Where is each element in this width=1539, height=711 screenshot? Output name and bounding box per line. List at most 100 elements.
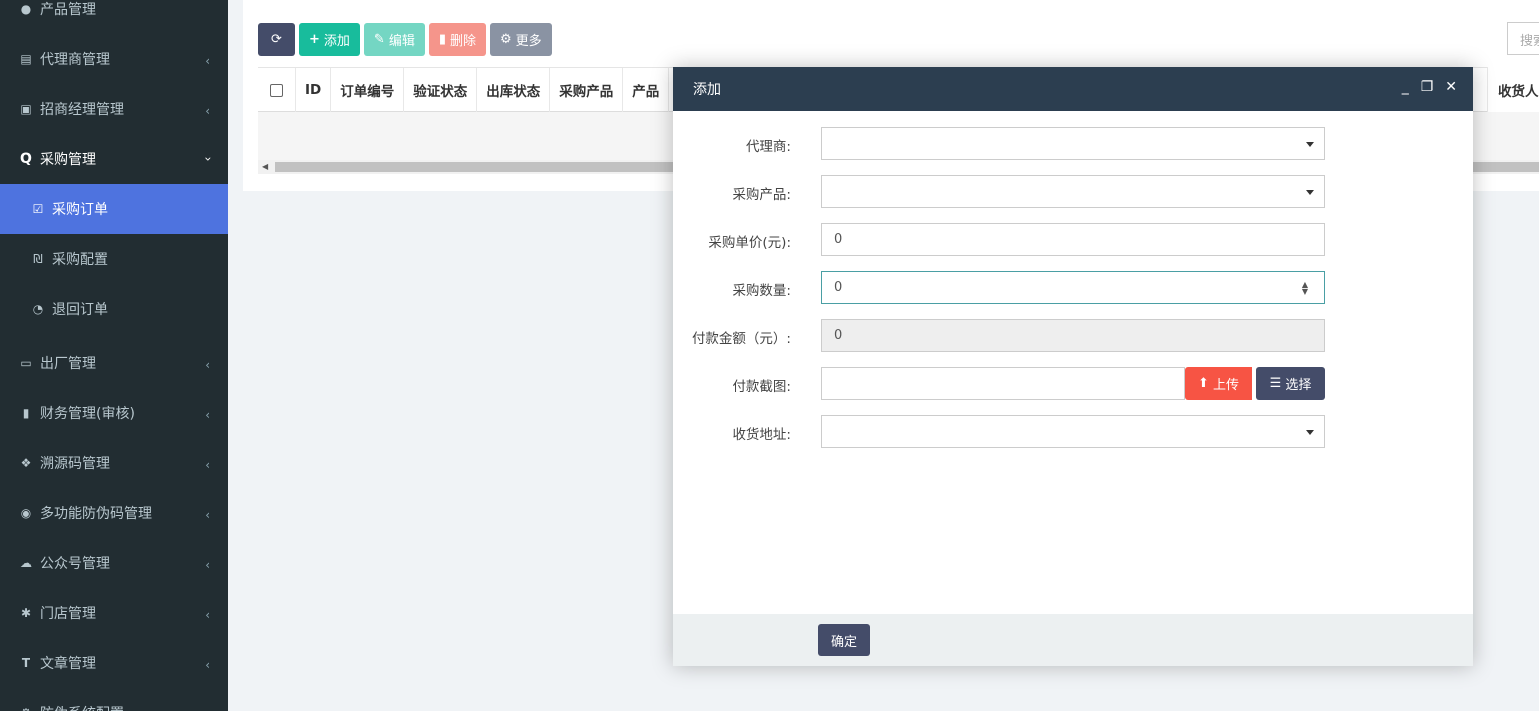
chevron-left-icon: ‹ [205, 658, 210, 672]
screenshot-input[interactable] [821, 367, 1185, 400]
sidebar-item-products[interactable]: ● 产品管理 [0, 0, 228, 34]
sidebar-item-stores[interactable]: ✱ 门店管理 ‹ [0, 588, 228, 638]
scroll-left-icon[interactable]: ◀ [262, 162, 268, 171]
select-all-checkbox[interactable] [258, 68, 296, 112]
calendar-check-icon: ☑ [32, 202, 44, 216]
edit-button-label: 编辑 [388, 34, 415, 49]
quantity-label: 采购数量: [732, 283, 791, 299]
delete-button[interactable]: ▮ 删除 [428, 23, 487, 56]
add-button[interactable]: + 添加 [299, 23, 360, 56]
sidebar-item-shipping[interactable]: ▭ 出厂管理 ‹ [0, 338, 228, 388]
address-label: 收货地址: [732, 427, 791, 443]
sidebar-item-managers[interactable]: ▣ 招商经理管理 ‹ [0, 84, 228, 134]
sidebar-subitem-purchase-config[interactable]: ₪ 采购配置 [0, 234, 228, 284]
address-select[interactable] [821, 415, 1325, 448]
column-header[interactable]: 采购产品 [550, 68, 624, 112]
sidebar-item-label: 文章管理 [40, 656, 96, 672]
id-card-icon: ▤ [20, 52, 32, 66]
sidebar-item-purchase[interactable]: Q 采购管理 ‹ [0, 134, 228, 184]
dialog-title: 添加 [693, 82, 721, 98]
shekel-icon: ₪ [33, 252, 43, 266]
quantity-stepper[interactable]: 0 ▲ ▼ [821, 271, 1325, 304]
maximize-icon[interactable]: ❐ [1421, 79, 1434, 95]
sidebar-item-label: 门店管理 [40, 606, 96, 622]
stepper-arrows-icon[interactable]: ▲ ▼ [1302, 281, 1308, 296]
text-icon: T [21, 656, 31, 670]
checkbox-box[interactable] [270, 83, 283, 97]
more-button[interactable]: ⚙ 更多 [490, 23, 552, 56]
sidebar-item-articles[interactable]: T 文章管理 ‹ [0, 638, 228, 688]
refresh-button[interactable]: ⟳ [258, 23, 295, 56]
add-dialog: 添加 _ ❐ ✕ 代理商: 采购产品: 采购单价(元): 0 采购数量: 0 ▲… [673, 67, 1473, 666]
product-row: 采购产品: [673, 175, 1473, 208]
plus-icon: + [309, 32, 320, 47]
caret-down-icon [1306, 430, 1314, 435]
choose-button[interactable]: ☰ 选择 [1256, 367, 1325, 400]
unit-price-input[interactable]: 0 [821, 223, 1325, 256]
confirm-button[interactable]: 确定 [818, 624, 870, 656]
product-select[interactable] [821, 175, 1325, 208]
sidebar-item-finance[interactable]: ▮ 财务管理(审核) ‹ [0, 388, 228, 438]
user-box-icon: ▣ [20, 102, 32, 116]
choose-button-label: 选择 [1285, 378, 1312, 393]
chevron-down-icon: ‹ [200, 156, 215, 162]
sidebar-item-label: 财务管理(审核) [40, 406, 135, 422]
sidebar-item-wechat[interactable]: ☁ 公众号管理 ‹ [0, 538, 228, 588]
list-icon: ☰ [1269, 376, 1282, 391]
column-header[interactable]: 验证状态 [404, 68, 478, 112]
chevron-left-icon: ‹ [205, 54, 210, 68]
edit-button[interactable]: ✎ 编辑 [363, 23, 425, 56]
sidebar-item-trace-codes[interactable]: ❖ 溯源码管理 ‹ [0, 438, 228, 488]
sidebar-item-agents[interactable]: ▤ 代理商管理 ‹ [0, 34, 228, 84]
chevron-left-icon: ‹ [205, 104, 210, 118]
column-header[interactable]: 收货人 [1487, 67, 1539, 112]
agent-row: 代理商: [673, 127, 1473, 160]
wechat-icon: ☁ [20, 556, 32, 570]
dialog-footer: 确定 [673, 614, 1473, 666]
column-header[interactable]: 订单编号 [331, 68, 405, 112]
cubes-icon: ❖ [20, 456, 32, 470]
sidebar: ● 产品管理 ▤ 代理商管理 ‹ ▣ 招商经理管理 ‹ Q 采购管理 ‹ ☑ 采… [0, 0, 228, 711]
sidebar-item-label: 产品管理 [40, 2, 96, 18]
sidebar-item-label: 出厂管理 [40, 356, 96, 372]
sidebar-item-label: 退回订单 [52, 302, 108, 318]
column-header[interactable]: ID [296, 68, 332, 112]
pencil-icon: ✎ [373, 32, 385, 47]
refresh-icon: ⟳ [271, 32, 282, 47]
gear-icon: ⚙ [500, 32, 512, 47]
chevron-left-icon: ‹ [205, 558, 210, 572]
upload-button-label: 上传 [1212, 378, 1239, 393]
sidebar-item-label: 采购管理 [40, 152, 96, 168]
search-input[interactable]: 搜索 [1507, 22, 1539, 55]
quantity-row: 采购数量: 0 ▲ ▼ [673, 271, 1473, 304]
sidebar-item-anticounterfeit[interactable]: ◉ 多功能防伪码管理 ‹ [0, 488, 228, 538]
column-header[interactable]: 出库状态 [477, 68, 551, 112]
unit-price-value: 0 [834, 232, 843, 247]
caret-down-icon [1306, 142, 1314, 147]
caret-down-icon [1306, 190, 1314, 195]
minimize-icon[interactable]: _ [1402, 79, 1409, 95]
sidebar-subitem-purchase-orders[interactable]: ☑ 采购订单 [0, 184, 228, 234]
quantity-value: 0 [834, 280, 843, 295]
dialog-controls: _ ❐ ✕ [1402, 79, 1457, 95]
sidebar-subitem-return-orders[interactable]: ◔ 退回订单 [0, 284, 228, 334]
sidebar-item-label: 采购配置 [52, 252, 108, 268]
sidebar-item-system-config[interactable]: ⚙ 防伪系统配置 [0, 688, 228, 711]
history-icon: ◔ [32, 302, 44, 316]
sidebar-item-label: 代理商管理 [40, 52, 110, 68]
sidebar-item-label: 公众号管理 [40, 556, 110, 572]
upload-button[interactable]: ⬆ 上传 [1185, 367, 1252, 400]
column-header[interactable]: 产品 [623, 68, 670, 112]
chevron-left-icon: ‹ [205, 608, 210, 622]
close-icon[interactable]: ✕ [1445, 79, 1457, 95]
payment-value: 0 [834, 328, 843, 343]
add-button-label: 添加 [323, 34, 350, 49]
unit-price-label: 采购单价(元): [708, 235, 791, 251]
agent-select[interactable] [821, 127, 1325, 160]
confirm-button-label: 确定 [830, 634, 857, 650]
search-q-icon: Q [20, 151, 32, 167]
sidebar-item-label: 防伪系统配置 [40, 703, 124, 711]
unit-price-row: 采购单价(元): 0 [673, 223, 1473, 256]
chevron-left-icon: ‹ [205, 408, 210, 422]
globe-icon: ● [20, 2, 32, 16]
